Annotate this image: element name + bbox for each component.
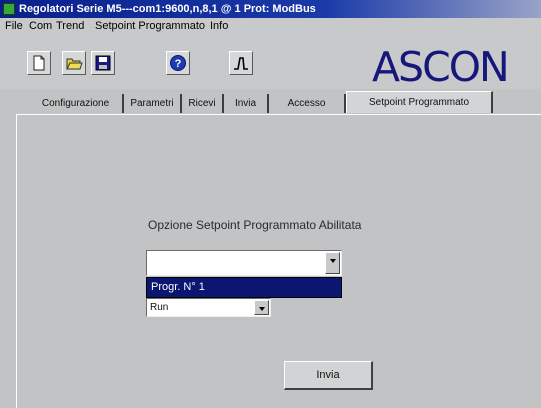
help-button[interactable]: ? [166, 51, 190, 75]
toolbar: ? ASCON [0, 35, 541, 89]
save-button[interactable] [91, 51, 115, 75]
menu-file[interactable]: File [5, 19, 23, 34]
chevron-down-icon[interactable] [254, 300, 269, 315]
tab-setpoint-programmato[interactable]: Setpoint Programmato [346, 91, 493, 113]
menu-com[interactable]: Com [29, 19, 52, 34]
menu-info[interactable]: Info [210, 19, 228, 34]
tab-ricevi[interactable]: Ricevi [182, 94, 224, 113]
open-folder-icon [66, 58, 83, 70]
menu-bar: File Com Trend Setpoint Programmato Info [0, 18, 541, 35]
new-file-button[interactable] [27, 51, 51, 75]
option-label: Opzione Setpoint Programmato Abilitata [148, 218, 362, 232]
tab-invia[interactable]: Invia [224, 94, 269, 113]
tab-bar: Configurazione Parametri Ricevi Invia Ac… [0, 89, 541, 114]
tab-accesso[interactable]: Accesso [269, 94, 346, 113]
setpoint-profile-button[interactable] [229, 51, 253, 75]
open-button[interactable] [62, 51, 86, 75]
program-select[interactable] [146, 250, 342, 276]
tab-parametri[interactable]: Parametri [124, 94, 182, 113]
new-file-icon [33, 55, 45, 71]
title-bar[interactable]: Regolatori Serie M5---com1:9600,n,8,1 @ … [0, 0, 541, 18]
chevron-down-icon[interactable] [325, 252, 340, 274]
save-disk-icon [95, 55, 111, 71]
program-dropdown-list: Progr. N° 1 [146, 277, 342, 298]
svg-text:?: ? [175, 58, 182, 70]
menu-setpoint-programmato[interactable]: Setpoint Programmato [95, 19, 205, 34]
tab-configurazione[interactable]: Configurazione [29, 94, 124, 113]
app-icon [3, 3, 15, 15]
window-title: Regolatori Serie M5---com1:9600,n,8,1 @ … [19, 3, 316, 15]
mode-select-value: Run [150, 302, 169, 313]
application-window: Regolatori Serie M5---com1:9600,n,8,1 @ … [0, 0, 541, 408]
help-icon: ? [170, 55, 186, 71]
brand-logo: ASCON [372, 43, 510, 91]
send-button[interactable]: Invia [284, 361, 373, 390]
menu-trend[interactable]: Trend [56, 19, 84, 34]
dropdown-option-selected[interactable]: Progr. N° 1 [151, 280, 205, 295]
mode-select[interactable]: Run [146, 298, 271, 317]
setpoint-profile-icon [234, 57, 248, 70]
